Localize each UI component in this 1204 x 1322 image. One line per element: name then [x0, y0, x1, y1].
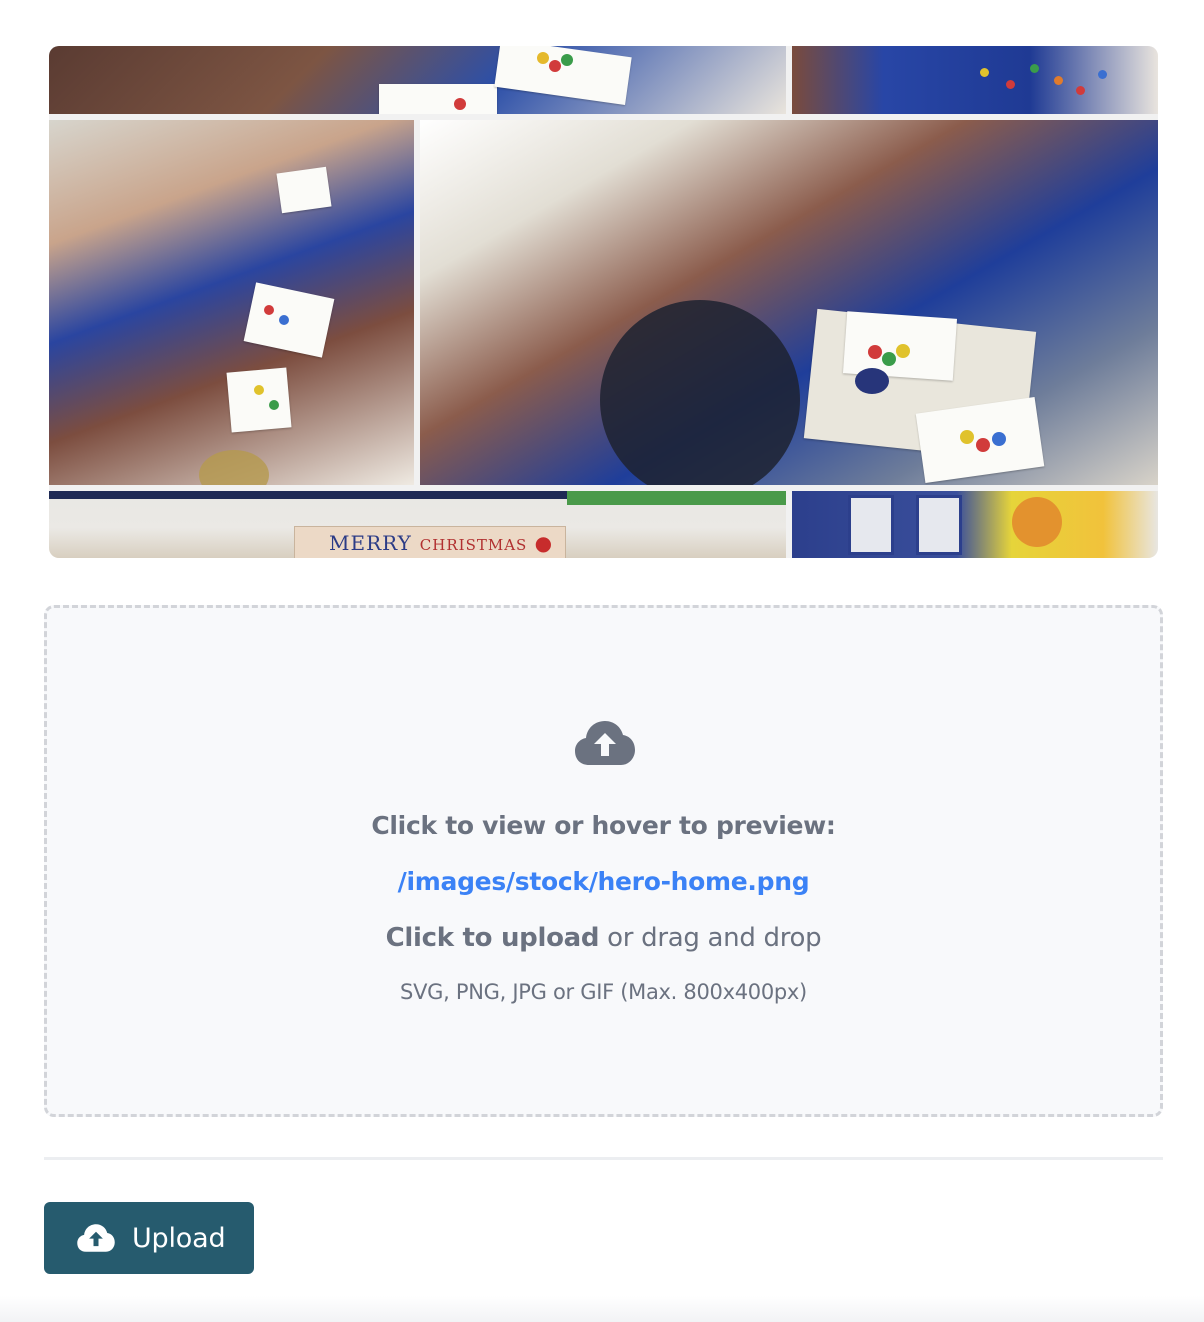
hero-image-preview[interactable]: MERRY CHRISTMAS ●	[49, 46, 1158, 558]
christmas-banner: MERRY CHRISTMAS ●	[294, 526, 566, 558]
cloud-upload-icon	[575, 721, 635, 765]
banner-word-1: MERRY	[329, 531, 412, 555]
cloud-upload-icon	[77, 1224, 115, 1252]
current-image-path-link[interactable]: /images/stock/hero-home.png	[47, 867, 1160, 896]
upload-button[interactable]: Upload	[44, 1202, 254, 1274]
preview-instruction: Click to view or hover to preview:	[371, 811, 836, 840]
section-divider	[44, 1157, 1163, 1160]
photo-tile-bottom-left: MERRY CHRISTMAS ●	[49, 491, 786, 558]
photo-tile-top-right	[792, 46, 1158, 114]
image-upload-page: MERRY CHRISTMAS ● Click to view or hover …	[0, 0, 1204, 1322]
page-bottom-shade	[0, 1296, 1204, 1322]
file-dropzone[interactable]: Click to view or hover to preview: /imag…	[44, 605, 1163, 1117]
photo-tile-middle-main	[420, 120, 1158, 485]
upload-instruction: Click to upload or drag and drop	[47, 923, 1160, 953]
upload-button-label: Upload	[132, 1222, 226, 1254]
file-format-hint: SVG, PNG, JPG or GIF (Max. 800x400px)	[400, 980, 807, 1004]
photo-tile-top-left	[49, 46, 786, 114]
banner-word-2: CHRISTMAS	[419, 536, 528, 554]
photo-tile-bottom-right	[792, 491, 1158, 558]
photo-tile-middle-left	[49, 120, 414, 485]
upload-instruction-strong: Click to upload	[385, 923, 600, 953]
upload-instruction-rest: or drag and drop	[599, 923, 822, 953]
